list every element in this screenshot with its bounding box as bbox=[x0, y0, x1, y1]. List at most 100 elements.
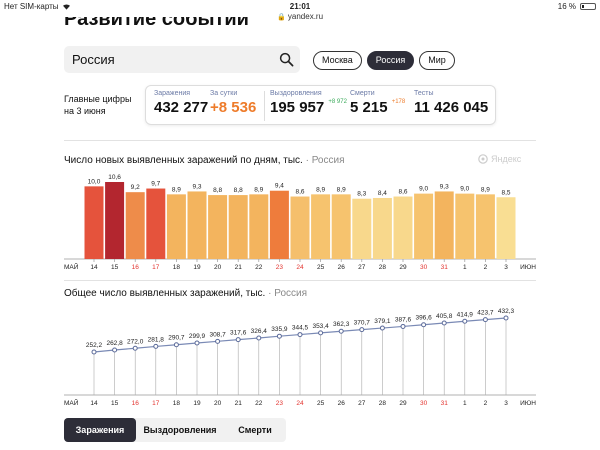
bar-value-label: 8,8 bbox=[234, 187, 243, 194]
x-tick-label: 26 bbox=[338, 264, 346, 271]
bar[interactable] bbox=[434, 191, 454, 259]
data-point[interactable] bbox=[153, 343, 159, 349]
data-point[interactable] bbox=[173, 342, 179, 348]
tab-deaths[interactable]: Смерти bbox=[224, 418, 286, 442]
search-icon[interactable] bbox=[279, 52, 294, 67]
bar[interactable] bbox=[311, 194, 331, 259]
bar[interactable] bbox=[208, 195, 228, 259]
data-point[interactable] bbox=[482, 317, 488, 323]
data-point[interactable] bbox=[379, 325, 385, 331]
bar-value-label: 9,4 bbox=[275, 183, 284, 190]
data-point[interactable] bbox=[338, 328, 344, 334]
stats-card: Заражения 432 277 За сутки +8 536 Выздор… bbox=[145, 85, 496, 125]
tab-russia[interactable]: Россия bbox=[366, 51, 415, 70]
data-point[interactable] bbox=[400, 323, 406, 329]
x-tick-label: 15 bbox=[111, 400, 119, 407]
tab-moscow[interactable]: Москва bbox=[313, 51, 362, 70]
x-tick-label: 14 bbox=[90, 400, 98, 407]
x-tick-label: 3 bbox=[504, 264, 508, 271]
point-value-label: 379,1 bbox=[374, 318, 391, 325]
data-point[interactable] bbox=[256, 335, 262, 341]
x-tick-label: 14 bbox=[90, 264, 98, 271]
x-tick-label: 29 bbox=[399, 400, 407, 407]
tab-world[interactable]: Мир bbox=[419, 51, 455, 70]
data-point[interactable] bbox=[194, 340, 200, 346]
bar[interactable] bbox=[187, 191, 207, 259]
bar[interactable] bbox=[475, 194, 495, 259]
x-tick-label: 15 bbox=[111, 264, 119, 271]
daily-cases-bar-chart: 10,0 14 10,6 15 9,2 16 9,7 17 8,9 18 9,3 19 8,8 20 8,8… bbox=[64, 174, 536, 271]
month-start-label: МАЙ bbox=[64, 262, 79, 271]
tab-recoveries[interactable]: Выздоровления bbox=[136, 418, 224, 442]
search-input[interactable] bbox=[64, 46, 264, 73]
battery-icon bbox=[580, 3, 596, 10]
data-point[interactable] bbox=[359, 327, 365, 333]
bar[interactable] bbox=[105, 182, 125, 259]
data-point[interactable] bbox=[112, 347, 118, 353]
bar[interactable] bbox=[84, 186, 104, 259]
point-value-label: 396,6 bbox=[415, 315, 432, 322]
x-tick-label: 18 bbox=[173, 400, 181, 407]
data-point[interactable] bbox=[441, 320, 447, 326]
data-point[interactable] bbox=[297, 332, 303, 338]
bar[interactable] bbox=[331, 194, 351, 259]
x-tick-label: 2 bbox=[484, 264, 488, 271]
bar[interactable] bbox=[455, 193, 475, 259]
point-value-label: 370,7 bbox=[354, 320, 371, 327]
bar[interactable] bbox=[496, 197, 516, 259]
x-tick-label: 29 bbox=[399, 264, 407, 271]
point-value-label: 252,2 bbox=[86, 342, 103, 349]
x-tick-label: 2 bbox=[484, 400, 488, 407]
x-tick-label: 20 bbox=[214, 264, 222, 271]
x-tick-label: 21 bbox=[235, 400, 243, 407]
point-value-label: 362,3 bbox=[333, 321, 350, 328]
bar-value-label: 9,0 bbox=[460, 186, 469, 193]
x-tick-label: 19 bbox=[193, 400, 201, 407]
data-point[interactable] bbox=[215, 338, 221, 344]
point-value-label: 405,8 bbox=[436, 313, 453, 320]
data-point[interactable] bbox=[235, 337, 241, 343]
bar-value-label: 8,9 bbox=[481, 186, 490, 193]
yandex-logo: Яндекс bbox=[478, 154, 521, 164]
x-tick-label: 26 bbox=[338, 400, 346, 407]
data-point[interactable] bbox=[276, 333, 282, 339]
data-point[interactable] bbox=[318, 330, 324, 336]
status-bar: Нет SIM-карты 21:01 16 % bbox=[0, 0, 600, 12]
x-tick-label: 23 bbox=[276, 264, 284, 271]
bar[interactable] bbox=[290, 196, 310, 259]
x-tick-label: 17 bbox=[152, 400, 160, 407]
bar[interactable] bbox=[414, 193, 434, 259]
bar[interactable] bbox=[249, 194, 269, 259]
line-chart-title: Общее число выявленных заражений, тыс. ·… bbox=[64, 288, 308, 299]
bar[interactable] bbox=[166, 194, 186, 259]
x-tick-label: 25 bbox=[317, 264, 325, 271]
x-tick-label: 31 bbox=[441, 264, 449, 271]
month-end-label: ИЮН bbox=[520, 400, 536, 407]
bar-chart-title: Число новых выявленных заражений по дням… bbox=[64, 155, 345, 166]
point-value-label: 344,5 bbox=[292, 325, 309, 332]
bar[interactable] bbox=[352, 198, 372, 259]
bar[interactable] bbox=[146, 188, 166, 259]
data-point[interactable] bbox=[91, 349, 97, 355]
data-point[interactable] bbox=[462, 318, 468, 324]
region-search[interactable] bbox=[64, 46, 300, 73]
data-point[interactable] bbox=[132, 345, 138, 351]
bar[interactable] bbox=[228, 195, 248, 259]
stat-infected: Заражения 432 277 bbox=[154, 90, 209, 116]
data-point[interactable] bbox=[421, 322, 427, 328]
point-value-label: 308,7 bbox=[209, 331, 226, 338]
url-text: yandex.ru bbox=[287, 12, 324, 21]
bar-value-label: 8,4 bbox=[378, 190, 387, 197]
tab-infections[interactable]: Заражения bbox=[64, 418, 136, 442]
stat-deaths: Смерти 5 215 +178 bbox=[350, 90, 406, 116]
bar-value-label: 8,3 bbox=[357, 191, 366, 198]
bar[interactable] bbox=[125, 192, 145, 259]
point-value-label: 299,9 bbox=[189, 333, 206, 340]
bar[interactable] bbox=[393, 196, 413, 259]
data-point[interactable] bbox=[503, 315, 509, 321]
point-value-label: 326,4 bbox=[251, 328, 268, 335]
x-tick-label: 28 bbox=[379, 400, 387, 407]
bar[interactable] bbox=[372, 197, 392, 259]
deaths-delta: +178 bbox=[391, 99, 406, 105]
bar[interactable] bbox=[269, 190, 289, 259]
